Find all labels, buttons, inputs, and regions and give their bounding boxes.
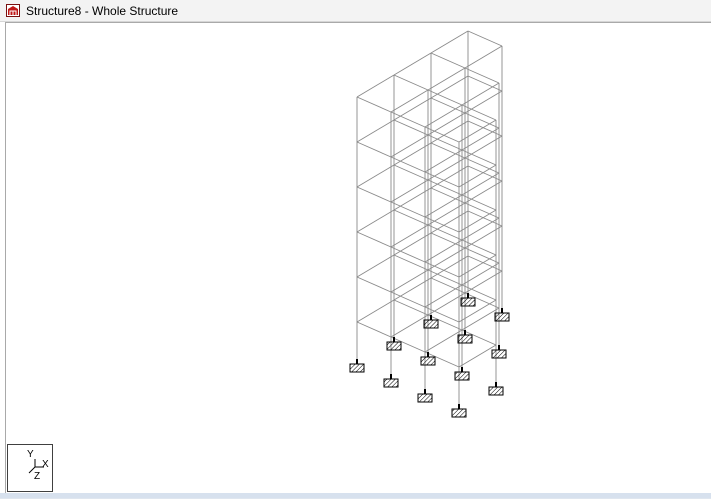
beam-member[interactable]: [390, 269, 429, 293]
beam-member[interactable]: [427, 269, 463, 286]
beam-member[interactable]: [461, 149, 497, 166]
beam-member[interactable]: [390, 314, 429, 338]
beam-member[interactable]: [464, 225, 503, 249]
beam-member[interactable]: [464, 157, 500, 174]
beam-member[interactable]: [430, 142, 466, 159]
beam-member[interactable]: [424, 329, 463, 353]
application-window: Structure8 - Whole Structure Y X Z: [0, 0, 711, 498]
beam-member[interactable]: [390, 134, 429, 158]
fixed-support-icon[interactable]: [491, 345, 507, 359]
beam-member[interactable]: [356, 321, 392, 338]
beam-member[interactable]: [356, 74, 395, 98]
beam-member[interactable]: [356, 164, 395, 188]
beam-member[interactable]: [390, 291, 426, 308]
beam-member[interactable]: [356, 96, 392, 113]
beam-member[interactable]: [390, 201, 426, 218]
beam-member[interactable]: [393, 74, 429, 91]
frame-members[interactable]: [356, 30, 503, 404]
beam-member[interactable]: [427, 112, 466, 136]
beam-member[interactable]: [393, 232, 432, 256]
beam-member[interactable]: [427, 179, 463, 196]
beam-member[interactable]: [427, 157, 466, 181]
beam-member[interactable]: [390, 224, 429, 248]
beam-member[interactable]: [356, 231, 392, 248]
structure-model-drawing[interactable]: [1, 1, 711, 499]
beam-member[interactable]: [393, 209, 429, 226]
axis-z-label: Z: [34, 471, 41, 482]
beam-member[interactable]: [464, 135, 503, 159]
beam-member[interactable]: [393, 277, 432, 301]
beam-member[interactable]: [464, 45, 503, 69]
beam-member[interactable]: [393, 142, 432, 166]
beam-member[interactable]: [430, 97, 466, 114]
beam-member[interactable]: [458, 344, 497, 368]
beam-member[interactable]: [461, 104, 497, 121]
beam-member[interactable]: [467, 30, 503, 47]
beam-member[interactable]: [356, 119, 395, 143]
beam-member[interactable]: [461, 194, 497, 211]
beam-member[interactable]: [427, 67, 466, 91]
beam-member[interactable]: [430, 52, 466, 69]
beam-member[interactable]: [393, 119, 429, 136]
fixed-support-icon[interactable]: [454, 367, 470, 381]
beam-member[interactable]: [393, 52, 432, 76]
beam-member[interactable]: [427, 89, 463, 106]
beam-member[interactable]: [464, 67, 500, 84]
beam-member[interactable]: [430, 277, 466, 294]
beam-member[interactable]: [393, 164, 429, 181]
beam-member[interactable]: [464, 180, 503, 204]
beam-member[interactable]: [464, 112, 500, 129]
beam-member[interactable]: [390, 111, 426, 128]
beam-member[interactable]: [427, 202, 466, 226]
beam-member[interactable]: [393, 97, 432, 121]
axis-indicator: Y X Z: [7, 444, 53, 492]
structure-view-canvas[interactable]: [5, 22, 711, 493]
beam-member[interactable]: [356, 254, 395, 278]
beam-member[interactable]: [356, 209, 395, 233]
beam-member[interactable]: [390, 156, 426, 173]
fixed-support-icon[interactable]: [494, 308, 510, 322]
beam-member[interactable]: [467, 75, 503, 92]
status-bar: [0, 493, 711, 498]
fixed-support-icon[interactable]: [349, 359, 365, 373]
beam-member[interactable]: [390, 179, 429, 203]
beam-member[interactable]: [356, 299, 395, 323]
beam-member[interactable]: [356, 141, 392, 158]
beam-member[interactable]: [461, 307, 500, 331]
fixed-support-icon[interactable]: [451, 404, 467, 418]
axis-y-label: Y: [27, 449, 34, 460]
beam-member[interactable]: [430, 187, 466, 204]
beam-member[interactable]: [427, 134, 463, 151]
beam-member[interactable]: [427, 247, 466, 271]
beam-member[interactable]: [430, 75, 469, 99]
fixed-support-icon[interactable]: [420, 352, 436, 366]
beam-member[interactable]: [390, 89, 429, 113]
fixed-support-icon[interactable]: [423, 315, 439, 329]
fixed-support-icon[interactable]: [457, 330, 473, 344]
beam-member[interactable]: [390, 246, 426, 263]
beam-member[interactable]: [461, 239, 497, 256]
beam-member[interactable]: [430, 232, 466, 249]
beam-member[interactable]: [427, 292, 466, 316]
axis-x-label: X: [42, 459, 49, 470]
fixed-support-icon[interactable]: [386, 337, 402, 351]
fixed-support-icon[interactable]: [460, 293, 476, 307]
fixed-support-icon[interactable]: [488, 382, 504, 396]
beam-member[interactable]: [427, 224, 463, 241]
beam-member[interactable]: [430, 30, 469, 54]
beam-member[interactable]: [356, 276, 392, 293]
beam-member[interactable]: [464, 202, 500, 219]
beam-member[interactable]: [393, 299, 429, 316]
beam-member[interactable]: [464, 247, 500, 264]
fixed-support-icon[interactable]: [417, 389, 433, 403]
beam-member[interactable]: [464, 270, 503, 294]
beam-member[interactable]: [393, 187, 432, 211]
beam-member[interactable]: [464, 90, 503, 114]
fixed-support-icon[interactable]: [383, 374, 399, 388]
beam-member[interactable]: [393, 254, 429, 271]
beam-member[interactable]: [356, 186, 392, 203]
